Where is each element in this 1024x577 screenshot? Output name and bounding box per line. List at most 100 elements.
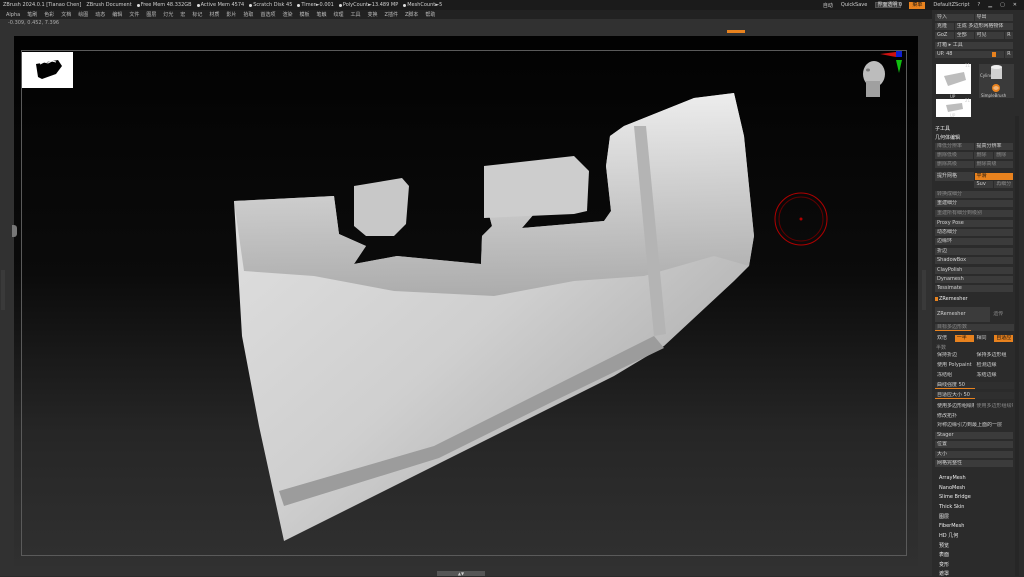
palette-scrollbar[interactable] <box>1015 116 1019 576</box>
left-tray-scroll[interactable] <box>1 270 5 310</box>
autosave-label[interactable]: 自动 <box>823 2 833 9</box>
claypolish-item[interactable]: ClayPolish <box>935 267 1013 274</box>
menu-button[interactable]: 菜单 <box>909 1 926 9</box>
geometry-header[interactable]: 几何体编辑 <box>935 134 1014 141</box>
position-item[interactable]: 位置 <box>935 441 1013 448</box>
menu-edit[interactable]: 编辑 <box>112 11 122 18</box>
menu-zplugin[interactable]: Z插件 <box>385 11 398 18</box>
menu-texture[interactable]: 纹理 <box>334 11 344 18</box>
fibermesh-item[interactable]: FiberMesh <box>939 523 964 529</box>
clone-button[interactable]: 克隆 <box>935 23 954 30</box>
adaptive-button[interactable]: 自适应 <box>994 335 1013 342</box>
reconstruct-subdiv-button[interactable]: 重建细分 <box>935 200 1013 207</box>
up-r-button[interactable]: R <box>1005 51 1013 58</box>
quicksave-button[interactable]: QuickSave <box>841 2 867 8</box>
size-item[interactable]: 大小 <box>935 451 1013 458</box>
menu-preferences[interactable]: 首选项 <box>260 11 275 18</box>
navigator-thumbnail[interactable] <box>22 52 73 88</box>
crease-item[interactable]: 折边 <box>935 248 1013 255</box>
del-higher-button[interactable]: 删除高级 <box>935 161 974 168</box>
menu-movie[interactable]: 影片 <box>226 11 236 18</box>
export-button[interactable]: 导出 <box>974 14 1013 21</box>
shadowbox-item[interactable]: ShadowBox <box>935 257 1013 264</box>
axis-gizmo-icon[interactable] <box>856 48 906 100</box>
left-tray-toggle[interactable] <box>12 225 17 237</box>
lightbox-tools-button[interactable]: 灯箱 ▸ 工具 <box>935 42 1013 49</box>
menu-transform[interactable]: 变换 <box>368 11 378 18</box>
tray-indicator[interactable] <box>727 30 745 33</box>
menu-stencil[interactable]: 模板 <box>299 11 309 18</box>
maximize-icon[interactable]: ▢ <box>1000 2 1005 8</box>
menu-color[interactable]: 色彩 <box>44 11 54 18</box>
adaptive-size-slider[interactable]: 自适应大小 50 <box>935 392 1014 399</box>
arraymesh-item[interactable]: ArrayMesh <box>939 475 966 481</box>
menu-document[interactable]: 文档 <box>61 11 71 18</box>
menu-alpha[interactable]: Alpha <box>6 12 20 18</box>
double-button[interactable]: 双倍 <box>935 335 954 342</box>
deformation-item[interactable]: 变形 <box>939 561 949 568</box>
menu-help[interactable]: 帮助 <box>425 11 435 18</box>
surface-item[interactable]: 表面 <box>939 551 949 558</box>
menu-macro[interactable]: 宏 <box>180 11 185 18</box>
layers-item[interactable]: 图层 <box>939 513 949 520</box>
subtool-header[interactable]: 子工具 <box>935 125 1014 132</box>
freeze-border-toggle[interactable]: 冻结边缘 <box>974 372 1013 379</box>
keep-creases-toggle[interactable]: 保持折边 <box>935 352 974 359</box>
minimize-icon[interactable]: ▁ <box>988 2 992 8</box>
menu-material[interactable]: 材质 <box>209 11 219 18</box>
menu-stroke[interactable]: 笔触 <box>316 11 326 18</box>
proxy-pose-item[interactable]: Proxy Pose <box>935 220 1013 227</box>
up-slider[interactable]: UP. 48 <box>935 51 1005 58</box>
menu-layer[interactable]: 图层 <box>146 11 156 18</box>
thick-skin-item[interactable]: Thick Skin <box>939 504 964 510</box>
default-zscript-button[interactable]: DefaultZScript <box>933 2 969 8</box>
resubdivide-toggle[interactable]: 再细分 <box>994 181 1014 188</box>
menu-file[interactable]: 文件 <box>129 11 139 18</box>
goz-button[interactable]: GoZ <box>935 32 954 39</box>
curve-strength-slider[interactable]: 曲线强度 50 <box>935 382 1014 389</box>
smooth-toggle[interactable]: 平滑 <box>974 173 1013 180</box>
use-polygroup-draw[interactable]: 使用多边形组绘制 <box>935 403 974 410</box>
close-icon[interactable]: ✕ <box>1013 2 1017 8</box>
divide-button[interactable]: 提升网格 <box>935 172 974 181</box>
mesh-integrity-item[interactable]: 网格完整性 <box>935 460 1013 467</box>
menu-dynamics[interactable]: 动态 <box>95 11 105 18</box>
menu-zscript[interactable]: Z脚本 <box>405 11 418 18</box>
edge-loop-item[interactable]: 边缘环 <box>935 238 1013 245</box>
symmetry-edge-item[interactable]: 对称边缘引力到最上面的一层 <box>935 422 1013 429</box>
suv-toggle[interactable]: Suv <box>974 181 994 188</box>
help-icon[interactable]: ? <box>978 2 981 8</box>
use-polygroup-draw-2[interactable]: 使用多边形组绘制 <box>974 403 1013 410</box>
preview-item[interactable]: 预览 <box>939 542 949 549</box>
menu-picker[interactable]: 拾取 <box>243 11 253 18</box>
goz-r-button[interactable]: R <box>1005 32 1013 39</box>
menu-draw[interactable]: 绘图 <box>78 11 88 18</box>
menu-marker[interactable]: 标记 <box>192 11 202 18</box>
menu-tool[interactable]: 工具 <box>351 11 361 18</box>
dynamesh-item[interactable]: Dynamesh <box>935 276 1013 283</box>
slime-bridge-item[interactable]: Slime Bridge <box>939 494 971 500</box>
ui-transparency-slider[interactable]: 界面透明 0 <box>875 2 902 8</box>
subtool-tile-up[interactable] <box>936 64 971 94</box>
dynamic-subdiv-item[interactable]: 动态细分 <box>935 229 1013 236</box>
hd-geometry-item[interactable]: HD 几何 <box>939 532 958 539</box>
import-button[interactable]: 导入 <box>935 14 974 21</box>
freeze-groups-toggle[interactable]: 冻结组 <box>935 372 974 379</box>
target-polycount-slider[interactable]: 目标多边形数 <box>935 324 1014 331</box>
viewport-canvas[interactable] <box>14 36 918 566</box>
del-lower-button[interactable]: 删除低级 <box>935 152 974 159</box>
menu-render[interactable]: 渲染 <box>282 11 292 18</box>
lower-res-button[interactable]: 降低分辨率 <box>935 143 974 150</box>
zremesher-button[interactable]: ZRemesher <box>935 307 991 322</box>
modify-topology-item[interactable]: 修改拓扑 <box>935 413 1013 420</box>
del-button[interactable]: 删除 <box>974 152 994 159</box>
nanomesh-item[interactable]: NanoMesh <box>939 485 965 491</box>
stager-item[interactable]: Stager <box>935 432 1013 439</box>
bottom-tray-handle[interactable]: ▲▼ <box>437 571 485 576</box>
half-button[interactable]: 一半 <box>954 335 974 342</box>
higher-res-button[interactable]: 提高分辨率 <box>974 143 1013 150</box>
legacy-toggle[interactable]: 遗传 <box>991 311 1013 318</box>
goz-all-button[interactable]: 全部 <box>954 32 974 39</box>
zremesher-header[interactable]: ZRemesher <box>935 295 1014 302</box>
keep-groups-toggle[interactable]: 保持多边形组 <box>974 352 1013 359</box>
